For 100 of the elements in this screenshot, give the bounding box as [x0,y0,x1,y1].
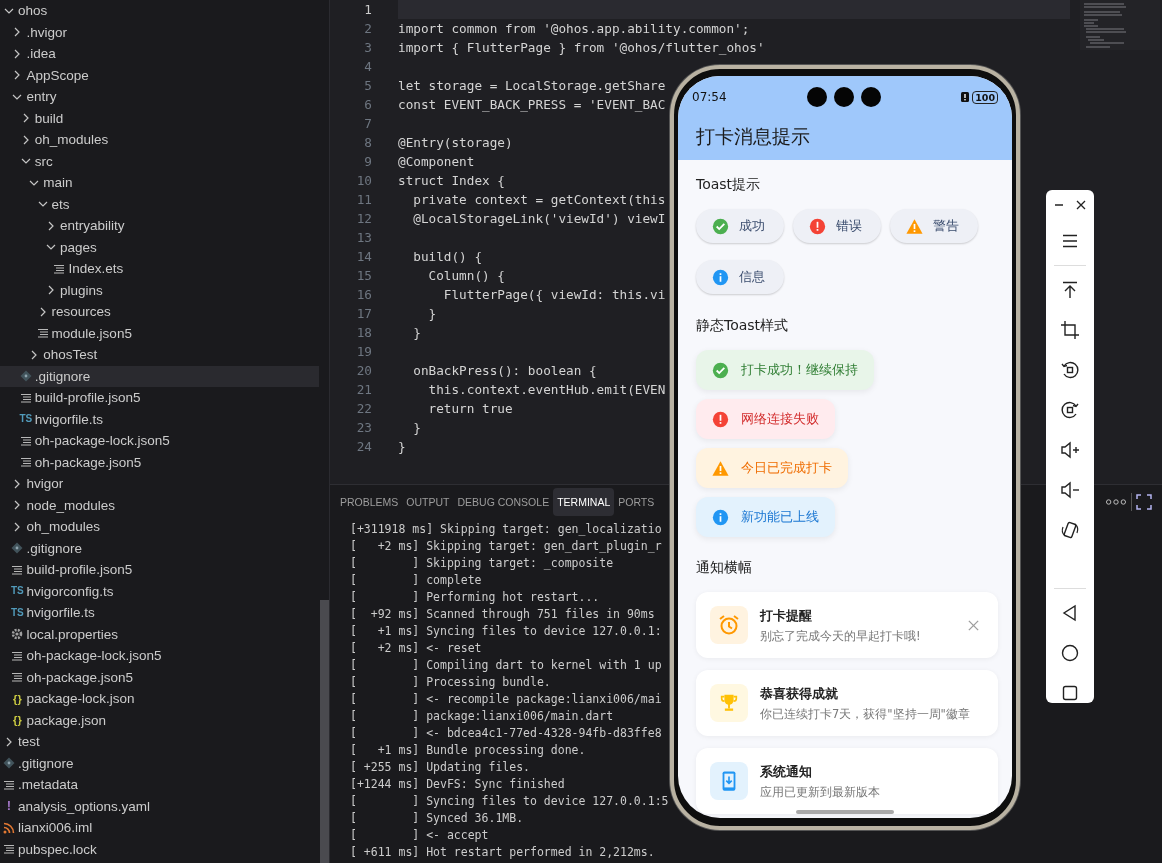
file-type-icon: TS [10,584,25,599]
terminal-line: [ +1 ms] Bundle processing done. [350,742,586,759]
code-line: const EVENT_BACK_PRESS = 'EVENT_BAC [398,96,666,114]
notification-title: 系统通知 [760,762,813,781]
battery-indicator: 100 [972,90,998,104]
tree-item[interactable]: lianxi006.iml [0,817,319,839]
line-number: 19 [355,343,372,361]
line-number: 23 [355,419,372,437]
tree-item[interactable]: .hvigor [0,21,319,43]
diamond-icon [18,369,33,384]
recent-apps-icon[interactable] [1060,683,1080,703]
rss-icon [2,820,16,835]
volume-up-icon[interactable] [1060,440,1080,460]
panel-tab[interactable]: PROBLEMS [336,488,403,516]
tree-item[interactable]: .gitignore [0,752,319,774]
terminal-line: [ ] <- bdcea4c1-77ed-4328-94fb-d83ffe8 [350,725,662,742]
tree-item[interactable]: ets [0,193,319,215]
tree-item[interactable]: module.json5 [0,322,319,344]
tree-item[interactable]: build [0,107,319,129]
close-icon[interactable] [1075,199,1087,211]
tree-item[interactable]: {} package.json [0,709,319,731]
tree-item[interactable]: entry [0,86,319,108]
toast-button[interactable]: 错误 [793,209,881,243]
arrow-up-to-line-icon[interactable] [1060,280,1080,300]
toast-button[interactable]: 信息 [696,260,784,294]
file-type-icon: ! [2,799,16,814]
tree-item[interactable]: resources [0,301,319,323]
tree-item[interactable]: .idea [0,43,319,65]
line-number: 4 [363,58,372,76]
terminal-line: [ ] Synced 36.1MB. [350,810,524,827]
line-number: 10 [355,172,372,190]
toast-button[interactable]: 成功 [696,209,784,243]
rotate-right-icon[interactable] [1060,400,1080,420]
rotate-left-icon[interactable] [1060,360,1080,380]
tree-item[interactable]: test [0,731,319,753]
panel-tab[interactable]: PORTS [614,488,659,516]
code-line: } [398,438,406,456]
rotate-device-icon[interactable] [1060,520,1080,540]
more-icon[interactable] [1105,497,1127,507]
tree-item[interactable]: pubspec.lock [0,838,319,860]
tree-item[interactable]: Index.ets [0,258,319,280]
line-number: 8 [363,134,372,152]
tree-item[interactable]: oh_modules [0,129,319,151]
terminal-line: [ +611 ms] Hot restart performed in 2,212ms. [350,844,655,861]
tree-item[interactable]: TS hvigorfile.ts [0,602,319,624]
tree-item[interactable]: TS hvigorconfig.ts [0,580,319,602]
info-icon [712,508,729,526]
status-time: 07:54 [692,90,727,104]
fullscreen-icon[interactable] [1136,494,1152,510]
code-line: } [412,324,421,342]
tree-item[interactable]: AppScope [0,64,319,86]
panel-tab[interactable]: DEBUG CONSOLE [453,488,554,516]
panel-tab[interactable]: OUTPUT [402,488,454,516]
tree-item[interactable]: oh-package-lock.json5 [0,645,319,667]
tree-item[interactable]: node_modules [0,494,319,516]
line-number: 17 [355,305,372,323]
info-icon [712,268,729,286]
tree-item[interactable]: local.properties [0,623,319,645]
tree-item[interactable]: oh-package.json5 [0,451,319,473]
tree-item[interactable]: build-profile.json5 [0,559,319,581]
tree-item[interactable]: build-profile.json5 [0,387,319,409]
toast-text: 新功能已上线 [741,508,819,526]
scrollbar[interactable] [320,600,329,863]
tree-item[interactable]: oh-package-lock.json5 [0,430,319,452]
tree-item[interactable]: TS hvigorfile.ts [0,408,319,430]
panel-tab[interactable]: TERMINAL [553,488,615,516]
code-line: @Component [398,153,475,171]
volume-down-icon[interactable] [1060,480,1080,500]
tree-item[interactable]: ohosTest [0,344,319,366]
code-line: private context = getContext(this [412,191,666,209]
home-icon[interactable] [1060,643,1080,663]
toast-button[interactable]: 警告 [890,209,978,243]
terminal-line: [ ] Performing hot restart... [350,589,600,606]
line-number: 9 [363,153,372,171]
tree-item[interactable]: .gitignore [0,365,319,387]
tree-item[interactable]: ! analysis_options.yaml [0,795,319,817]
tree-item[interactable]: plugins [0,279,319,301]
line-number: 2 [363,20,372,38]
crop-icon[interactable] [1060,320,1080,340]
line-number: 1 [363,1,372,19]
code-line: } [412,419,421,437]
tree-item[interactable]: hvigor [0,473,319,495]
line-number: 6 [363,96,372,114]
tree-item[interactable]: main [0,172,319,194]
line-number: 18 [355,324,372,342]
tree-item[interactable]: src [0,150,319,172]
check-circle-icon [712,361,729,379]
tree-item[interactable]: ohos [0,0,319,22]
terminal-line: [ ] <- recompile package:lianxi006/mai [350,691,662,708]
warning-icon [906,217,923,235]
tree-item[interactable]: {} package-lock.json [0,688,319,710]
tree-item[interactable]: entryability [0,215,319,237]
line-number: 15 [355,267,372,285]
tree-item[interactable]: .gitignore [0,537,319,559]
tree-item[interactable]: oh_modules [0,516,319,538]
line-number: 14 [355,248,372,266]
tree-item[interactable]: oh-package.json5 [0,666,319,688]
tree-item[interactable]: .metadata [0,774,319,796]
tree-item[interactable]: pages [0,236,319,258]
terminal-line: [ ] package:lianxi006/main.dart [350,708,614,725]
